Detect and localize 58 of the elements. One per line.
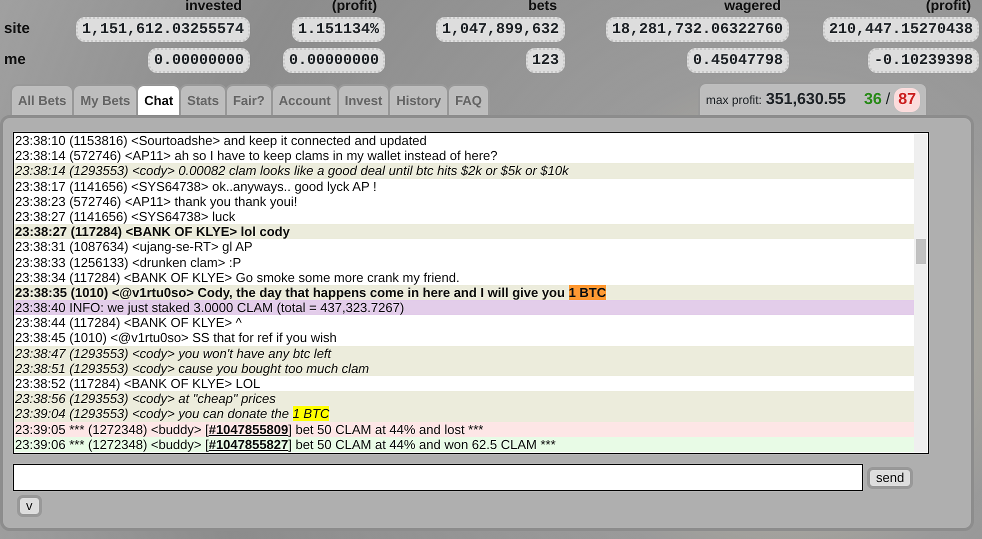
bet-link[interactable]: #1047855827 — [208, 436, 288, 452]
chat-message: 23:38:35 (1010) <@v1rtu0so> Cody, the day that happens come in here and I will give you 1 BTC — [14, 284, 914, 300]
stat-value: 1.151134% — [292, 17, 385, 42]
chat-message: 23:38:31 (1087634) <ujang-se-RT> gl AP — [14, 239, 254, 254]
scrollbar[interactable] — [914, 133, 928, 453]
tab[interactable]: All Bets — [10, 84, 74, 115]
chat-input[interactable] — [13, 464, 863, 491]
stat-value: 18,281,732.06322760 — [606, 17, 789, 42]
column-header: bets — [527, 0, 558, 11]
chat-message: 23:38:45 (1010) <@v1rtu0so> SS that for ref if you wish — [14, 330, 338, 346]
tab[interactable]: History — [388, 84, 450, 115]
stat-value: 123 — [526, 48, 565, 73]
tab[interactable]: FAQ — [447, 84, 490, 115]
tab[interactable]: My Bets — [72, 84, 138, 115]
tab[interactable]: Account — [270, 84, 339, 115]
chat-message: 23:38:27 (1141656) <SYS64738> luck — [14, 208, 236, 224]
stat-value: 1,151,612.03255574 — [76, 17, 250, 42]
bet-link[interactable]: #1047855809 — [208, 422, 288, 437]
chat-message: 23:39:05 *** (1272348) <buddy> [#1047855809] bet 50 CLAM at 44% and lost *** — [14, 422, 914, 437]
row-label: site — [4, 19, 31, 40]
count-value: 36 — [864, 90, 882, 110]
stat-value: 0.00000000 — [148, 48, 250, 73]
chat-message: 23:38:33 (1256133) <drunken clam> :P — [14, 254, 242, 270]
max-profit-value: 351,630.55 — [766, 90, 846, 110]
tab[interactable]: Invest — [336, 84, 390, 115]
max-profit-label: max profit: — [706, 92, 762, 108]
column-header: wagered — [723, 0, 782, 11]
toggle-button[interactable]: v — [17, 495, 42, 517]
chat-message: 23:38:47 (1293553) <cody> you won't have any btc left — [14, 346, 914, 361]
column-header: (profit) — [924, 0, 972, 11]
send-button[interactable]: send — [867, 466, 914, 488]
row-label: me — [4, 50, 27, 70]
chat-message: 23:38:17 (1141656) <SYS64738> ok..anyways.. good lyck AP ! — [14, 178, 378, 194]
chat-message: 23:38:51 (1293553) <cody> cause you bought too much clam — [14, 360, 914, 376]
stat-value: -0.10239398 — [868, 48, 979, 73]
tab[interactable]: Stats — [179, 84, 227, 115]
chat-message: 23:38:14 (1293553) <cody> 0.00082 clam looks like a good deal until btc hits $2k or $5k or $10k — [14, 163, 914, 179]
chat-message: 23:38:44 (117284) <BANK OF KLYE> ^ — [14, 315, 243, 330]
stat-value: 0.45047798 — [686, 48, 789, 73]
tab[interactable]: Chat — [136, 84, 182, 115]
tab[interactable]: Fair? — [224, 84, 273, 115]
stat-value: 0.00000000 — [282, 48, 385, 73]
count-badge: 87 — [894, 88, 920, 112]
stat-value: 1,047,899,632 — [436, 17, 565, 42]
chat-message: 23:38:27 (117284) <BANK OF KLYE> lol cody — [14, 224, 914, 240]
column-header: (profit) — [330, 0, 378, 11]
chat-message: 23:38:23 (572746) <AP11> thank you thank youi! — [14, 194, 298, 209]
chat-message: 23:38:14 (572746) <AP11> ah so I have to keep clams in my wallet instead of here? — [14, 148, 499, 164]
chat-message: 23:38:10 (1153816) <Sourtoadshe> and keep it connected and updated — [14, 133, 428, 148]
chat-message: 23:38:56 (1293553) <cody> at "cheap" prices — [14, 391, 914, 406]
chat-message: 23:38:52 (117284) <BANK OF KLYE> LOL — [14, 376, 262, 392]
chat-message: 23:38:40 INFO: we just staked 3.0000 CLAM (total = 437,323.7267) — [14, 300, 914, 316]
stat-value: 210,447.15270438 — [822, 17, 979, 42]
column-header: invested — [184, 0, 243, 11]
count-separator: / — [886, 90, 890, 110]
scrollbar-thumb[interactable] — [916, 239, 926, 264]
chat-message: 23:39:06 *** (1272348) <buddy> [#1047855827] bet 50 CLAM at 44% and won 62.5 CLAM *** — [14, 436, 914, 452]
chat-message: 23:38:34 (117284) <BANK OF KLYE> Go smoke some more crank my friend. — [14, 270, 461, 285]
